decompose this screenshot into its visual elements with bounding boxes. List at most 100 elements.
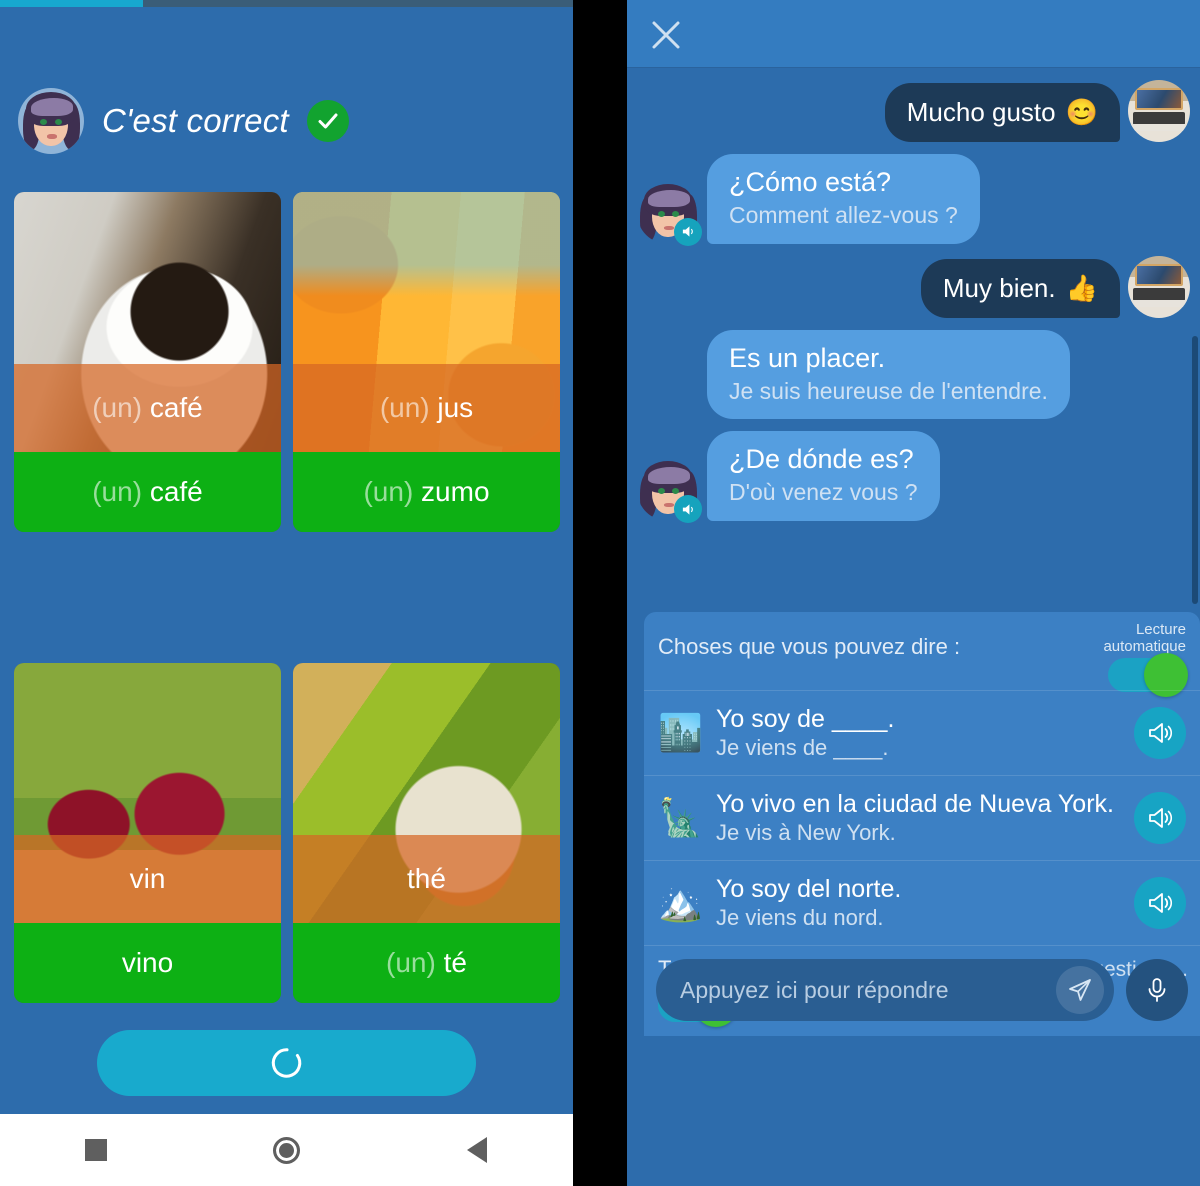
chat-scrollbar[interactable] <box>1192 336 1198 604</box>
speaker-icon[interactable] <box>674 495 702 524</box>
speaker-icon[interactable] <box>1134 877 1186 929</box>
vocab-card[interactable]: (un) café (un) café <box>14 192 281 532</box>
statue-of-liberty-emoji: 🗽 <box>658 797 703 838</box>
spinner-icon <box>271 1048 301 1078</box>
smiling-face-emoji: 😊 <box>1065 97 1098 127</box>
card-answer-band: vino <box>14 923 281 1003</box>
reply-input[interactable] <box>680 976 1056 1004</box>
home-icon[interactable] <box>191 1114 382 1186</box>
suggestion-primary-text: Yo soy del norte. <box>716 875 902 903</box>
chat-message-incoming: ¿Cómo está? Comment allez-vous ? <box>637 154 1190 246</box>
reply-input-container[interactable] <box>656 959 1114 1021</box>
chat-message-list[interactable]: Mucho gusto 😊 ¿Cómo está? Comment allez-… <box>627 68 1200 605</box>
message-bubble[interactable]: Mucho gusto 😊 <box>884 83 1120 142</box>
lesson-progress-bar <box>0 0 573 7</box>
chat-message-incoming: ¿De dónde es? D'où venez vous ? <box>637 431 1190 524</box>
chat-header <box>627 0 1200 68</box>
speaker-icon[interactable] <box>674 217 702 246</box>
vocab-card[interactable]: thé (un) té <box>293 663 560 1003</box>
microphone-icon[interactable] <box>1126 959 1188 1021</box>
cityscape-emoji: 🏙️ <box>658 712 703 753</box>
bot-avatar <box>637 182 702 246</box>
suggestion-item[interactable]: 🏙️ Yo soy de ____. Je viens de ____. <box>644 690 1200 775</box>
autoplay-toggle[interactable] <box>1108 653 1188 697</box>
close-icon[interactable] <box>641 10 691 60</box>
card-answer-word: vino <box>121 947 174 978</box>
thumbs-up-emoji: 👍 <box>1065 272 1098 303</box>
reply-input-row <box>644 952 1200 1028</box>
suggestion-item[interactable]: 🏔️ Yo soy del norte. Je viens du nord. <box>644 860 1200 945</box>
dual-phone-screenshot: C'est correct (un) café (un) café (un) j… <box>0 0 1200 1186</box>
card-answer-word: café <box>149 476 203 507</box>
suggestion-translation-text: Je viens du nord. <box>716 905 884 930</box>
recents-icon[interactable] <box>0 1114 191 1186</box>
chat-message-incoming: Es un placer. Je suis heureuse de l'ente… <box>637 329 1190 420</box>
user-avatar <box>1128 255 1190 318</box>
check-circle-icon <box>306 100 349 142</box>
message-text: Mucho gusto <box>906 97 1056 127</box>
vocab-card[interactable]: vin vino <box>14 663 281 1003</box>
vocab-card-row-bottom: vin vino thé (un) té <box>14 663 560 1003</box>
suggestions-panel: Choses que vous pouvez dire : Lecture au… <box>644 612 1200 1036</box>
android-navbar-left <box>0 1114 573 1186</box>
mountain-emoji: 🏔️ <box>658 882 703 923</box>
card-prompt-word: vin <box>129 863 166 894</box>
message-bubble[interactable]: ¿Cómo está? Comment allez-vous ? <box>707 154 980 244</box>
speaker-icon[interactable] <box>1134 707 1186 759</box>
suggestions-header: Choses que vous pouvez dire : Lecture au… <box>644 612 1200 697</box>
suggestion-texts: Yo soy de ____. Je viens de ____. <box>716 705 1134 761</box>
user-avatar <box>1128 80 1190 142</box>
message-bubble[interactable]: Muy bien. 👍 <box>920 258 1120 318</box>
message-text: Muy bien. <box>942 272 1056 303</box>
message-bubble[interactable]: Es un placer. Je suis heureuse de l'ente… <box>707 329 1070 420</box>
vocab-card[interactable]: (un) jus (un) zumo <box>293 192 560 532</box>
message-translation-text: Je suis heureuse de l'entendre. <box>729 377 1048 404</box>
speaker-icon[interactable] <box>1134 792 1186 844</box>
send-icon[interactable] <box>1056 966 1104 1014</box>
suggestion-texts: Yo soy del norte. Je viens du nord. <box>716 875 1134 931</box>
card-prompt-word: café <box>149 392 203 423</box>
card-answer-word: zumo <box>421 476 490 507</box>
message-bubble[interactable]: ¿De dónde es? D'où venez vous ? <box>707 431 940 522</box>
card-prompt-word: jus <box>437 392 474 423</box>
card-prompt-band: (un) café <box>14 364 281 452</box>
continue-button[interactable] <box>97 1030 476 1096</box>
suggestion-texts: Yo vivo en la ciudad de Nueva York. Je v… <box>716 790 1134 846</box>
card-prompt-article: (un) <box>379 392 430 423</box>
suggestion-translation-text: Je vis à New York. <box>716 820 896 845</box>
card-prompt-article: (un) <box>92 392 143 423</box>
autoplay-label: Lecture automatique <box>1056 621 1186 656</box>
card-answer-band: (un) té <box>293 923 560 1003</box>
card-prompt-band: (un) jus <box>293 364 560 452</box>
card-answer-article: (un) <box>386 947 436 978</box>
back-icon[interactable] <box>382 1114 573 1186</box>
suggestion-primary-text: Yo soy de ____. <box>716 705 895 733</box>
bot-avatar <box>637 459 702 524</box>
suggestion-translation-text: Je viens de ____. <box>716 735 889 760</box>
message-translation-text: D'où venez vous ? <box>729 479 918 506</box>
card-prompt-band: thé <box>293 835 560 923</box>
chat-message-outgoing: Mucho gusto 😊 <box>637 80 1190 142</box>
message-primary-text: ¿Cómo está? <box>729 167 892 197</box>
card-answer-band: (un) zumo <box>293 452 560 532</box>
card-answer-article: (un) <box>92 476 143 507</box>
card-answer-band: (un) café <box>14 452 281 532</box>
feedback-text: C'est correct <box>102 102 289 139</box>
suggestion-primary-text: Yo vivo en la ciudad de Nueva York. <box>716 790 1114 818</box>
autoplay-label-line1: Lecture <box>1135 621 1186 638</box>
lesson-progress-fill <box>0 0 144 7</box>
suggestions-title: Choses que vous pouvez dire : <box>658 634 961 659</box>
suggestion-item[interactable]: 🗽 Yo vivo en la ciudad de Nueva York. Je… <box>644 775 1200 860</box>
left-phone-screen: C'est correct (un) café (un) café (un) j… <box>0 0 573 1186</box>
message-primary-text: ¿De dónde es? <box>729 444 914 475</box>
message-translation-text: Comment allez-vous ? <box>729 201 958 228</box>
chat-message-outgoing: Muy bien. 👍 <box>637 255 1190 318</box>
feedback-banner: C'est correct <box>18 88 349 154</box>
message-primary-text: Es un placer. <box>729 342 886 373</box>
card-prompt-band: vin <box>14 835 281 923</box>
card-prompt-word: thé <box>407 863 446 894</box>
vocab-card-row-top: (un) café (un) café (un) jus (un) zumo <box>14 192 560 532</box>
card-answer-word: té <box>443 947 467 978</box>
card-answer-article: (un) <box>363 476 414 507</box>
tutor-avatar <box>18 88 84 154</box>
